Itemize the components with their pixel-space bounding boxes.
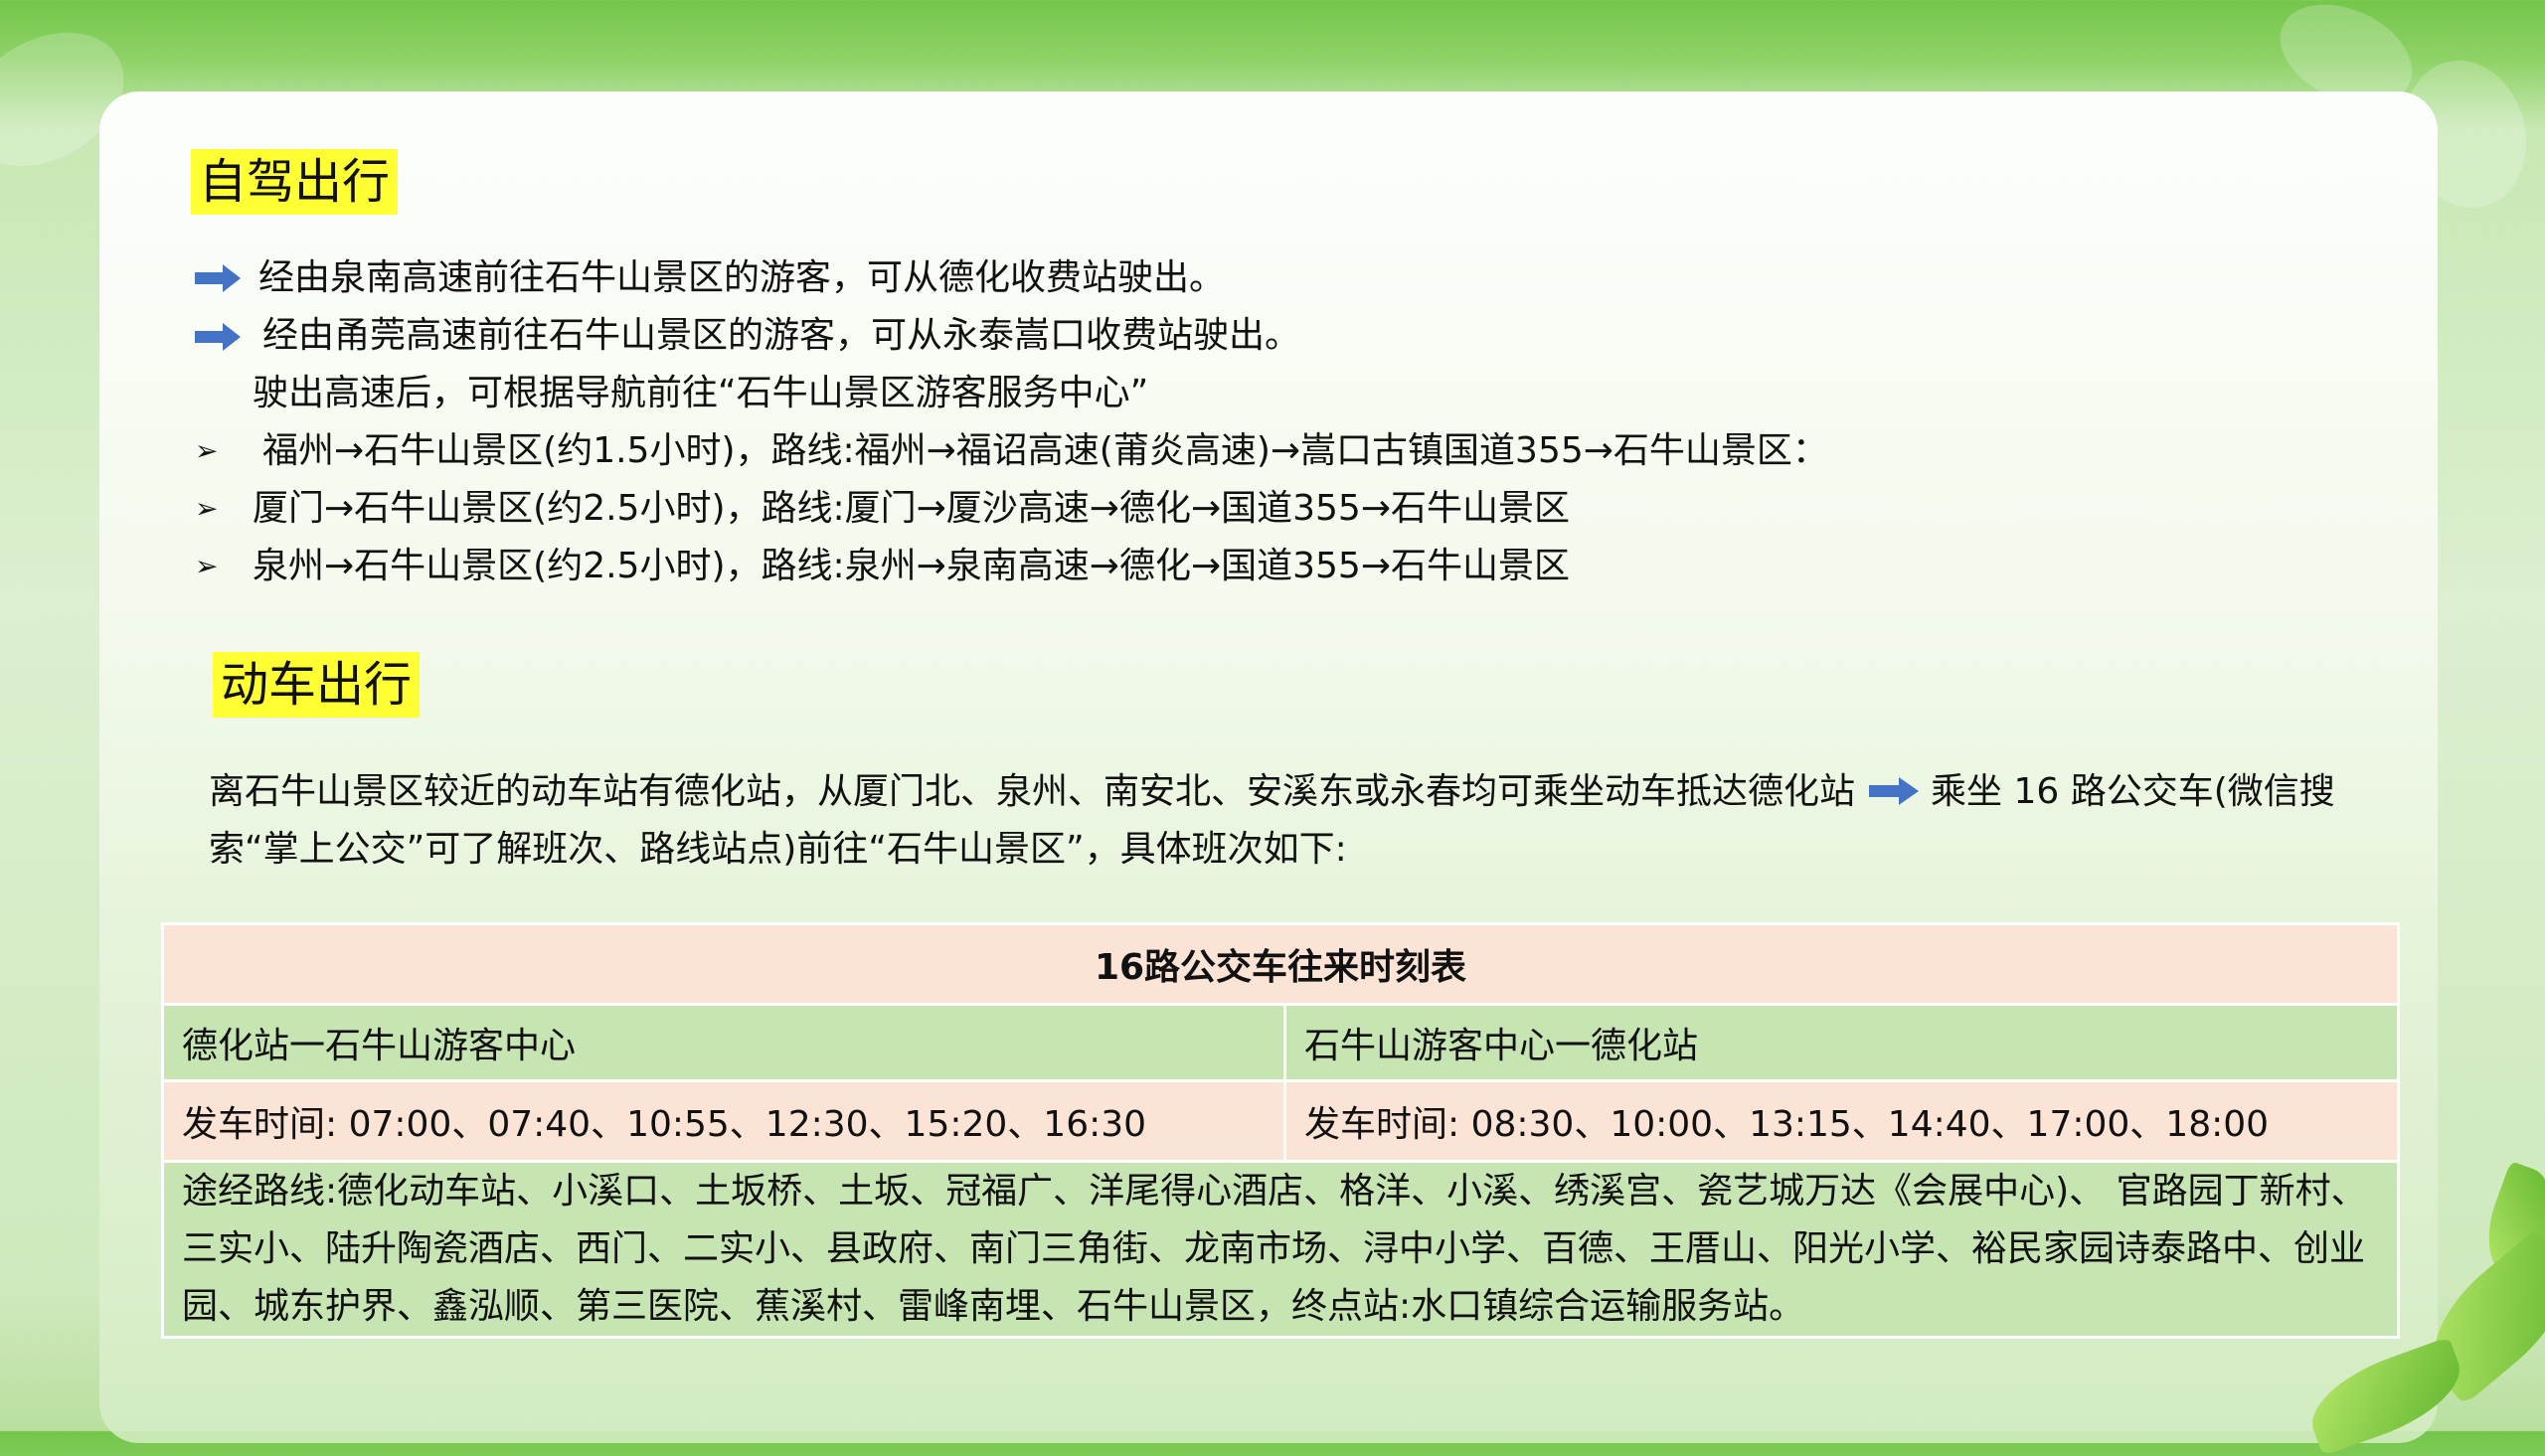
self-drive-item-2: 经由甬莞高速前往石牛山景区的游客，可从永泰嵩口收费站驶出。 [262, 315, 1301, 356]
route-quanzhou: 泉州→石牛山景区(约2.5小时)，路线:泉州→泉南高速→德化→国道355→石牛山… [253, 546, 1571, 586]
triangle-bullet-icon: ➢ [195, 492, 219, 525]
table-row: 途经路线:德化动车站、小溪口、土坂桥、土坂、冠福广、洋尾得心酒店、格洋、小溪、绣… [161, 1160, 2400, 1339]
self-drive-item-1: 经由泉南高速前往石牛山景区的游客，可从德化收费站驶出。 [258, 257, 1226, 298]
train-paragraph-part-1: 离石牛山景区较近的动车站有德化站，从厦门北、泉州、南安北、安溪东或永春均可乘坐动… [209, 771, 1856, 812]
bus-timetable: 16路公交车往来时刻表 德化站一石牛山游客中心 石牛山游客中心一德化站 发车时间… [161, 922, 2400, 1339]
timetable-title-row: 16路公交车往来时刻表 [161, 922, 2400, 1006]
triangle-bullet-icon: ➢ [195, 434, 219, 467]
timetable-title: 16路公交车往来时刻表 [161, 922, 2400, 1006]
self-drive-heading: 自驾出行 [191, 149, 399, 215]
train-heading: 动车出行 [213, 652, 421, 718]
right-arrow-icon [1869, 777, 1920, 805]
table-row: 发车时间: 07:00、07:40、10:55、12:30、15:20、16:3… [161, 1079, 2400, 1163]
right-arrow-icon [195, 323, 241, 351]
route-xiamen: 厦门→石牛山景区(约2.5小时)，路线:厦门→厦沙高速→德化→国道355→石牛山… [253, 488, 1571, 529]
departure-times-outbound: 发车时间: 07:00、07:40、10:55、12:30、15:20、16:3… [161, 1079, 1286, 1163]
departure-times-return: 发车时间: 08:30、10:00、13:15、14:40、17:00、18:0… [1283, 1079, 2400, 1163]
direction-return: 石牛山游客中心一德化站 [1283, 1003, 2400, 1082]
table-row: 德化站一石牛山游客中心 石牛山游客中心一德化站 [161, 1003, 2400, 1082]
route-fuzhou: 福州→石牛山景区(约1.5小时)，路线:福州→福诏高速(莆炎高速)→嵩口古镇国道… [262, 430, 1828, 471]
direction-outbound: 德化站一石牛山游客中心 [161, 1003, 1286, 1082]
triangle-bullet-icon: ➢ [195, 550, 219, 582]
self-drive-item-3: 驶出高速后，可根据导航前往“石牛山景区游客服务中心” [253, 373, 1149, 413]
train-paragraph: 离石牛山景区较近的动车站有德化站，从厦门北、泉州、南安北、安溪东或永春均可乘坐动… [209, 763, 2376, 879]
right-arrow-icon [195, 264, 241, 292]
route-stops: 途经路线:德化动车站、小溪口、土坂桥、土坂、冠福广、洋尾得心酒店、格洋、小溪、绣… [161, 1160, 2400, 1339]
